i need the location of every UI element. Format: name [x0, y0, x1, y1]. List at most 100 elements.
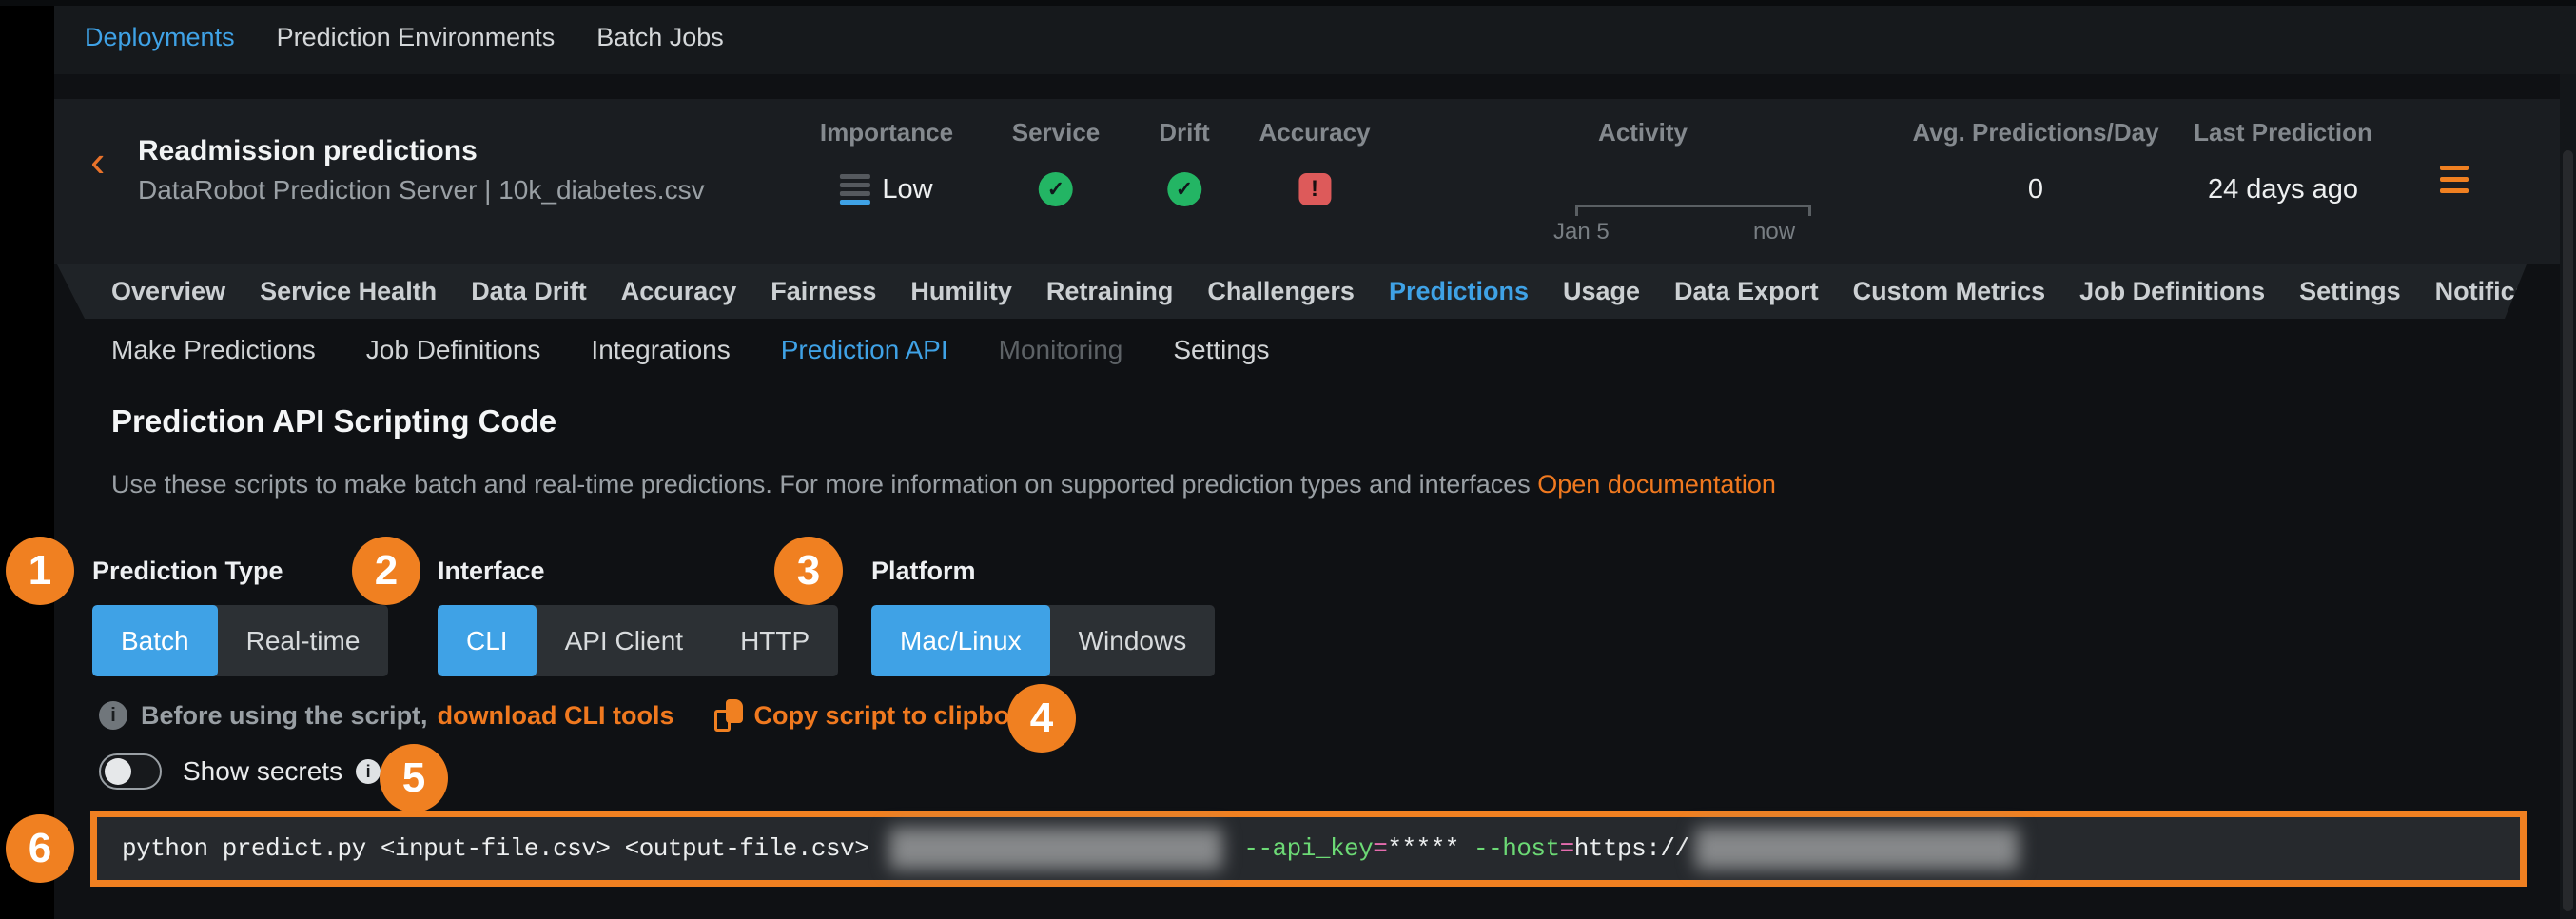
- drift-label: Drift: [1159, 118, 1209, 147]
- subtab-monitoring: Monitoring: [999, 335, 1123, 365]
- page-description: Use these scripts to make batch and real…: [111, 470, 1776, 499]
- copy-script-button[interactable]: Copy script to clipboard: [714, 699, 1050, 732]
- tab-data-drift[interactable]: Data Drift: [471, 277, 587, 306]
- subtab-integrations[interactable]: Integrations: [591, 335, 730, 365]
- tab-accuracy[interactable]: Accuracy: [621, 277, 737, 306]
- platform-control: Platform Mac/Linux Windows: [871, 557, 1215, 676]
- hamburger-menu-icon[interactable]: [2440, 166, 2470, 193]
- info-icon: i: [99, 701, 127, 730]
- service-ok-icon: ✓: [1039, 172, 1073, 206]
- importance-value: Low: [882, 174, 932, 205]
- last-prediction-label: Last Prediction: [2194, 118, 2372, 147]
- deployment-subtitle: DataRobot Prediction Server | 10k_diabet…: [138, 175, 705, 205]
- tab-challengers[interactable]: Challengers: [1207, 277, 1355, 306]
- annotation-badge-3: 3: [774, 537, 843, 605]
- deployment-tab-bar: Overview Service Health Data Drift Accur…: [57, 264, 2527, 319]
- tab-humility[interactable]: Humility: [910, 277, 1012, 306]
- top-navigation: Deployments Prediction Environments Batc…: [54, 0, 2576, 74]
- toggle-knob: [105, 758, 131, 785]
- nav-item-prediction-environments[interactable]: Prediction Environments: [277, 23, 556, 52]
- code-space: [1459, 834, 1473, 863]
- metric-drift: Drift ✓: [1159, 118, 1209, 208]
- annotation-badge-4: 4: [1007, 684, 1076, 753]
- platform-label: Platform: [871, 557, 1215, 586]
- prediction-type-label: Prediction Type: [92, 557, 388, 586]
- activity-range-end: now: [1753, 219, 1795, 245]
- code-api-key-flag: --api_key: [1243, 834, 1373, 863]
- metric-activity: Activity: [1598, 118, 1688, 147]
- interface-segmented-control: CLI API Client HTTP: [438, 605, 838, 676]
- code-host-flag: --host: [1473, 834, 1560, 863]
- left-edge-strip: [0, 0, 54, 919]
- redacted-host-segment: [1695, 828, 2019, 870]
- metric-importance: Importance Low: [820, 118, 953, 208]
- code-equals-2: =: [1560, 834, 1574, 863]
- tab-notifications[interactable]: Notifications: [2435, 277, 2576, 306]
- script-note-row: i Before using the script, download CLI …: [99, 693, 1049, 738]
- tab-fairness[interactable]: Fairness: [771, 277, 876, 306]
- vertical-scrollbar[interactable]: [2563, 150, 2573, 911]
- code-equals: =: [1373, 834, 1387, 863]
- option-mac-linux[interactable]: Mac/Linux: [871, 605, 1050, 676]
- redacted-deployment-segment: [889, 828, 1222, 870]
- last-prediction-value: 24 days ago: [2208, 174, 2358, 205]
- option-api-client[interactable]: API Client: [537, 605, 712, 676]
- show-secrets-label: Show secrets: [183, 756, 342, 787]
- tab-usage[interactable]: Usage: [1563, 277, 1640, 306]
- metric-accuracy: Accuracy !: [1259, 118, 1370, 208]
- option-real-time[interactable]: Real-time: [218, 605, 389, 676]
- code-command: python predict.py <input-file.csv> <outp…: [122, 834, 868, 863]
- platform-segmented-control: Mac/Linux Windows: [871, 605, 1215, 676]
- metric-last-prediction: Last Prediction 24 days ago: [2194, 118, 2372, 208]
- accuracy-alert-icon: !: [1298, 173, 1331, 205]
- option-http[interactable]: HTTP: [712, 605, 838, 676]
- open-documentation-link[interactable]: Open documentation: [1537, 470, 1776, 499]
- secrets-info-icon[interactable]: i: [356, 759, 381, 784]
- activity-label: Activity: [1598, 118, 1688, 147]
- option-windows[interactable]: Windows: [1050, 605, 1216, 676]
- option-cli[interactable]: CLI: [438, 605, 537, 676]
- datarobot-deployment-page: Deployments Prediction Environments Batc…: [0, 0, 2576, 919]
- script-code-bar[interactable]: python predict.py <input-file.csv> <outp…: [90, 811, 2527, 887]
- annotation-badge-5: 5: [380, 744, 448, 812]
- tab-custom-metrics[interactable]: Custom Metrics: [1853, 277, 2046, 306]
- annotation-badge-6: 6: [6, 814, 74, 883]
- page-title: Prediction API Scripting Code: [111, 403, 556, 440]
- tab-data-export[interactable]: Data Export: [1674, 277, 1819, 306]
- deployment-title: Readmission predictions: [138, 135, 478, 167]
- code-host-prefix: https://: [1574, 834, 1689, 863]
- tab-service-health[interactable]: Service Health: [260, 277, 437, 306]
- nav-item-deployments[interactable]: Deployments: [85, 23, 235, 52]
- copy-icon: [714, 699, 743, 732]
- tab-settings[interactable]: Settings: [2299, 277, 2401, 306]
- metric-avg-predictions: Avg. Predictions/Day 0: [1912, 118, 2158, 208]
- activity-sparkline: [1575, 205, 1811, 216]
- description-text: Use these scripts to make batch and real…: [111, 470, 1531, 499]
- tab-retraining[interactable]: Retraining: [1046, 277, 1174, 306]
- metric-service: Service ✓: [1012, 118, 1101, 208]
- note-text: Before using the script,: [141, 701, 428, 731]
- drift-ok-icon: ✓: [1167, 172, 1201, 206]
- deployment-header-panel: ‹ Readmission predictions DataRobot Pred…: [54, 99, 2560, 264]
- show-secrets-toggle[interactable]: [99, 753, 162, 790]
- nav-item-batch-jobs[interactable]: Batch Jobs: [596, 23, 724, 52]
- tab-job-definitions[interactable]: Job Definitions: [2079, 277, 2265, 306]
- predictions-sub-tabs: Make Predictions Job Definitions Integra…: [54, 319, 2527, 381]
- code-api-key-value: *****: [1387, 834, 1459, 863]
- top-edge-strip: [0, 0, 2576, 6]
- subtab-settings[interactable]: Settings: [1173, 335, 1269, 365]
- avg-predictions-label: Avg. Predictions/Day: [1912, 118, 2158, 147]
- download-cli-tools-link[interactable]: download CLI tools: [438, 701, 674, 731]
- tab-overview[interactable]: Overview: [111, 277, 225, 306]
- copy-script-label: Copy script to clipboard: [754, 701, 1050, 731]
- subtab-job-definitions[interactable]: Job Definitions: [366, 335, 541, 365]
- subtab-make-predictions[interactable]: Make Predictions: [111, 335, 316, 365]
- back-chevron-icon[interactable]: ‹: [90, 139, 105, 183]
- annotation-badge-2: 2: [352, 537, 420, 605]
- prediction-type-segmented-control: Batch Real-time: [92, 605, 388, 676]
- accuracy-label: Accuracy: [1259, 118, 1370, 147]
- prediction-type-control: Prediction Type Batch Real-time: [92, 557, 388, 676]
- tab-predictions[interactable]: Predictions: [1389, 277, 1529, 306]
- subtab-prediction-api[interactable]: Prediction API: [781, 335, 948, 365]
- option-batch[interactable]: Batch: [92, 605, 218, 676]
